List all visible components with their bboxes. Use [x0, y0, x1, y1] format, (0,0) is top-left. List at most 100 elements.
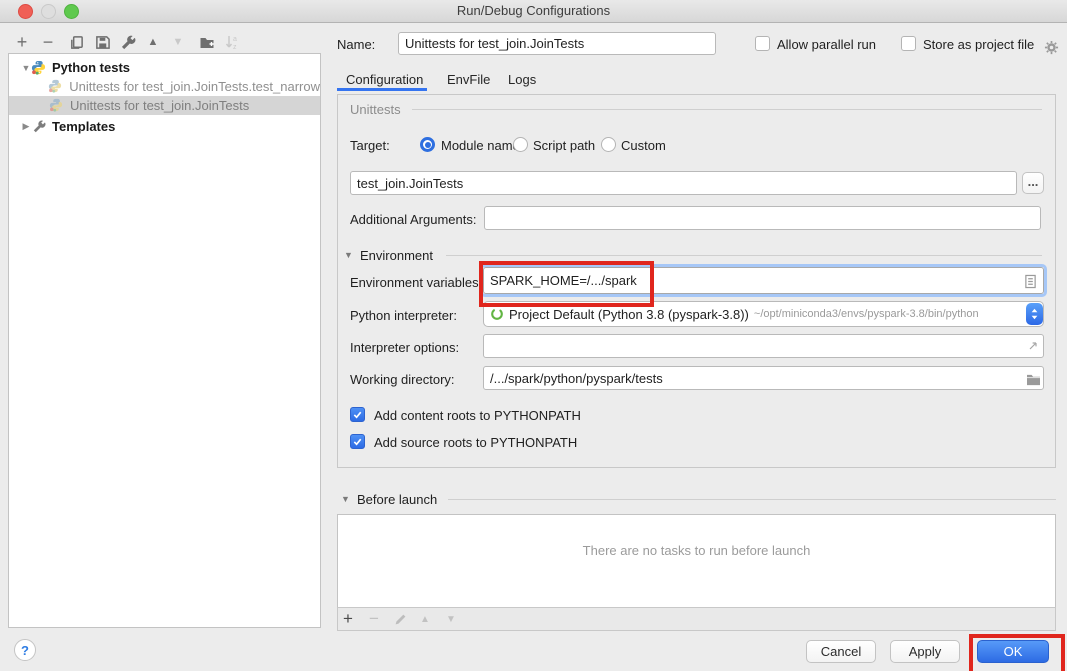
add-content-roots-checkbox[interactable] — [350, 407, 365, 422]
tree-item-unittest-narrow[interactable]: Unittests for test_join.JoinTests.test_n… — [9, 77, 320, 96]
environment-collapse-icon[interactable]: ▼ — [344, 250, 353, 260]
configurations-tree: ▼ Python tests Unittests for test_join.J… — [8, 53, 321, 628]
interpreter-stepper[interactable] — [1026, 303, 1043, 325]
copy-configuration-button[interactable] — [65, 31, 87, 53]
interpreter-options-input[interactable] — [483, 334, 1044, 358]
working-directory-browse-button[interactable] — [1022, 368, 1044, 390]
interpreter-path: ~/opt/miniconda3/envs/pyspark-3.8/bin/py… — [754, 308, 979, 320]
tree-item-label: Unittests for test_join.JoinTests.test_n… — [69, 79, 320, 94]
target-custom-radio[interactable] — [601, 137, 616, 152]
working-directory-input[interactable] — [483, 366, 1044, 390]
target-script-path-label[interactable]: Script path — [533, 138, 595, 153]
expander-collapsed-icon[interactable]: ▶ — [21, 121, 31, 132]
tab-envfile[interactable]: EnvFile — [447, 72, 490, 87]
additional-arguments-label: Additional Arguments: — [350, 212, 476, 227]
move-task-up-button[interactable]: ▲ — [414, 608, 436, 630]
additional-arguments-input[interactable] — [484, 206, 1041, 230]
interpreter-value: Project Default (Python 3.8 (pyspark-3.8… — [509, 307, 749, 322]
tree-item-templates[interactable]: ▶ Templates — [9, 117, 320, 136]
add-configuration-button[interactable]: + — [11, 31, 33, 53]
arrow-up-icon: ▲ — [420, 614, 430, 625]
environment-section-label: Environment — [360, 248, 433, 263]
tree-item-python-tests[interactable]: ▼ Python tests — [9, 58, 320, 77]
folder-icon — [1026, 373, 1041, 386]
plus-icon: + — [17, 32, 28, 53]
tree-item-unittest-jointests-selected[interactable]: Unittests for test_join.JoinTests — [9, 96, 320, 115]
allow-parallel-run-checkbox[interactable] — [755, 36, 770, 51]
store-as-project-file-label: Store as project file — [923, 37, 1034, 52]
python-interpreter-select[interactable]: Project Default (Python 3.8 (pyspark-3.8… — [483, 301, 1044, 327]
tab-configuration[interactable]: Configuration — [346, 72, 423, 87]
add-task-button[interactable]: + — [337, 608, 359, 630]
wrench-icon — [121, 35, 136, 50]
svg-text:z: z — [233, 44, 237, 50]
tree-item-label: Python tests — [52, 60, 130, 75]
active-tab-underline — [337, 88, 427, 91]
target-module-name-label[interactable]: Module name — [441, 138, 520, 153]
env-vars-browse-button[interactable] — [1019, 270, 1041, 292]
name-input[interactable] — [398, 32, 716, 55]
python-tests-icon — [31, 60, 47, 76]
apply-button[interactable]: Apply — [890, 640, 960, 663]
gear-icon — [1044, 40, 1059, 55]
store-options-button[interactable] — [1040, 36, 1062, 58]
add-source-roots-label[interactable]: Add source roots to PYTHONPATH — [374, 435, 577, 450]
before-launch-collapse-icon[interactable]: ▼ — [341, 494, 350, 504]
environment-variables-input[interactable] — [483, 267, 1044, 294]
before-launch-label: Before launch — [357, 492, 437, 507]
remove-task-button[interactable]: − — [363, 608, 385, 630]
arrow-down-icon: ▼ — [173, 36, 184, 48]
target-browse-button[interactable]: ... — [1022, 172, 1044, 194]
python-test-config-icon — [48, 79, 64, 95]
list-icon — [1024, 274, 1037, 289]
check-icon — [352, 409, 363, 420]
target-label: Target: — [350, 138, 390, 153]
question-mark-icon: ? — [21, 643, 29, 658]
minus-icon: − — [369, 609, 379, 629]
move-task-down-button[interactable]: ▼ — [440, 608, 462, 630]
title-bar: Run/Debug Configurations — [0, 0, 1067, 23]
help-button[interactable]: ? — [14, 639, 36, 661]
minus-icon: − — [43, 32, 54, 53]
edit-task-button[interactable] — [389, 608, 411, 630]
store-as-project-file-checkbox[interactable] — [901, 36, 916, 51]
interpreter-options-label: Interpreter options: — [350, 340, 459, 355]
move-down-button[interactable]: ▼ — [167, 31, 189, 53]
expand-field-button[interactable] — [1022, 335, 1044, 357]
ok-button[interactable]: OK — [977, 640, 1049, 663]
create-folder-button[interactable] — [196, 31, 218, 53]
expand-icon — [1027, 340, 1039, 352]
target-module-name-radio[interactable] — [420, 137, 435, 152]
tab-logs[interactable]: Logs — [508, 72, 536, 87]
remove-configuration-button[interactable]: − — [37, 31, 59, 53]
environment-section-line — [446, 255, 1042, 256]
sort-az-icon: az — [225, 34, 240, 50]
virtualenv-icon — [490, 307, 504, 321]
before-launch-empty-message: There are no tasks to run before launch — [338, 543, 1055, 558]
save-icon — [95, 35, 110, 50]
before-launch-tasks-panel: There are no tasks to run before launch — [337, 514, 1056, 608]
tree-item-label: Unittests for test_join.JoinTests — [70, 98, 249, 113]
before-launch-line — [448, 499, 1056, 500]
window-title: Run/Debug Configurations — [0, 0, 1067, 22]
python-test-config-icon — [49, 98, 65, 114]
target-module-input[interactable] — [350, 171, 1017, 195]
unittests-group-label: Unittests — [350, 102, 401, 117]
cancel-button[interactable]: Cancel — [806, 640, 876, 663]
name-label: Name: — [337, 37, 375, 52]
expander-expanded-icon[interactable]: ▼ — [21, 63, 31, 73]
plus-icon: + — [343, 609, 353, 629]
edit-templates-button[interactable] — [117, 31, 139, 53]
tree-item-label: Templates — [52, 119, 115, 134]
new-folder-icon — [199, 35, 215, 50]
save-configuration-button[interactable] — [91, 31, 113, 53]
templates-wrench-icon — [31, 119, 47, 135]
target-custom-label[interactable]: Custom — [621, 138, 666, 153]
target-script-path-radio[interactable] — [513, 137, 528, 152]
svg-text:a: a — [233, 36, 237, 43]
check-icon — [352, 436, 363, 447]
add-source-roots-checkbox[interactable] — [350, 434, 365, 449]
sort-configurations-button[interactable]: az — [221, 31, 243, 53]
move-up-button[interactable]: ▲ — [142, 31, 164, 53]
add-content-roots-label[interactable]: Add content roots to PYTHONPATH — [374, 408, 581, 423]
